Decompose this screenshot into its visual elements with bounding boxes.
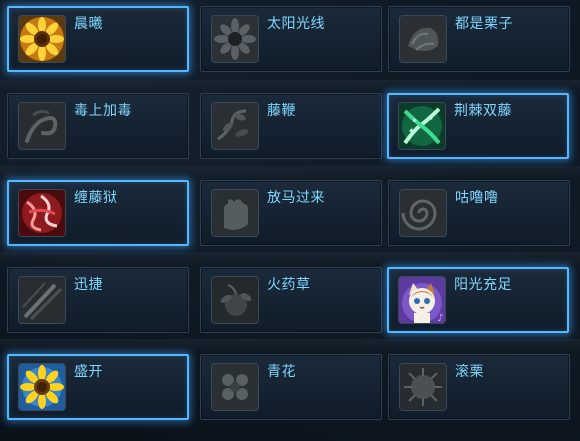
skill-name: 藤鞭 [267, 103, 296, 119]
skill-card-gunli[interactable]: 滚栗 [388, 354, 570, 420]
poison-vine-gray-icon [18, 102, 66, 150]
cat-pet-icon: ♪ [398, 276, 446, 324]
skill-card-jingjishuangteng[interactable]: 荆棘双藤 [387, 93, 569, 159]
sunflower-gray-icon [211, 15, 259, 63]
skill-name: 火药草 [267, 277, 311, 293]
bomb-plant-gray-icon [211, 276, 259, 324]
skill-name: 都是栗子 [455, 16, 513, 32]
skill-name: 缠藤狱 [74, 190, 118, 206]
skill-card-taiyangguangxian[interactable]: 太阳光线 [200, 6, 382, 72]
skill-card-qinghua[interactable]: 青花 [200, 354, 382, 420]
slash-gray-icon [18, 276, 66, 324]
sunflower-icon [18, 15, 66, 63]
skill-name: 晨曦 [74, 16, 103, 32]
skill-card-yangguangchongzu[interactable]: ♪ 阳光充足 [387, 267, 569, 333]
skill-name: 毒上加毒 [74, 103, 132, 119]
skill-card-chenxi[interactable]: 晨曦 [7, 6, 189, 72]
svg-text:♪: ♪ [437, 313, 443, 323]
flower-gray-icon [211, 363, 259, 411]
skill-card-doushilizi[interactable]: 都是栗子 [388, 6, 570, 72]
spiky-chestnut-gray-icon [399, 363, 447, 411]
skill-name: 盛开 [74, 364, 103, 380]
skill-grid: 晨曦 太阳光线 都是栗子 毒上加毒 藤鞭 荆棘双藤 缠藤狱 放马过来 咕噜噜 迅… [0, 0, 580, 441]
skill-name: 阳光充足 [454, 277, 512, 293]
skill-card-huoyaocao[interactable]: 火药草 [200, 267, 382, 333]
skill-name: 青花 [267, 364, 296, 380]
skill-card-shengkai[interactable]: 盛开 [7, 354, 189, 420]
skill-name: 荆棘双藤 [454, 103, 512, 119]
skill-name: 咕噜噜 [455, 190, 499, 206]
skill-name: 滚栗 [455, 364, 484, 380]
skill-card-xunjie[interactable]: 迅捷 [7, 267, 189, 333]
skill-name: 放马过来 [267, 190, 325, 206]
skill-name: 迅捷 [74, 277, 103, 293]
vine-whip-gray-icon [211, 102, 259, 150]
skill-card-dushangjiadu[interactable]: 毒上加毒 [7, 93, 189, 159]
skill-card-gululu[interactable]: 咕噜噜 [388, 180, 570, 246]
skill-card-tengbian[interactable]: 藤鞭 [200, 93, 382, 159]
sunflower-bloom-icon [18, 363, 66, 411]
skill-card-chantengyu[interactable]: 缠藤狱 [7, 180, 189, 246]
tangle-vine-icon [18, 189, 66, 237]
skill-name: 太阳光线 [267, 16, 325, 32]
hand-gray-icon [211, 189, 259, 237]
skill-card-fangmaguolai[interactable]: 放马过来 [200, 180, 382, 246]
chestnut-gray-icon [399, 15, 447, 63]
thorn-vines-icon [398, 102, 446, 150]
swirl-gray-icon [399, 189, 447, 237]
